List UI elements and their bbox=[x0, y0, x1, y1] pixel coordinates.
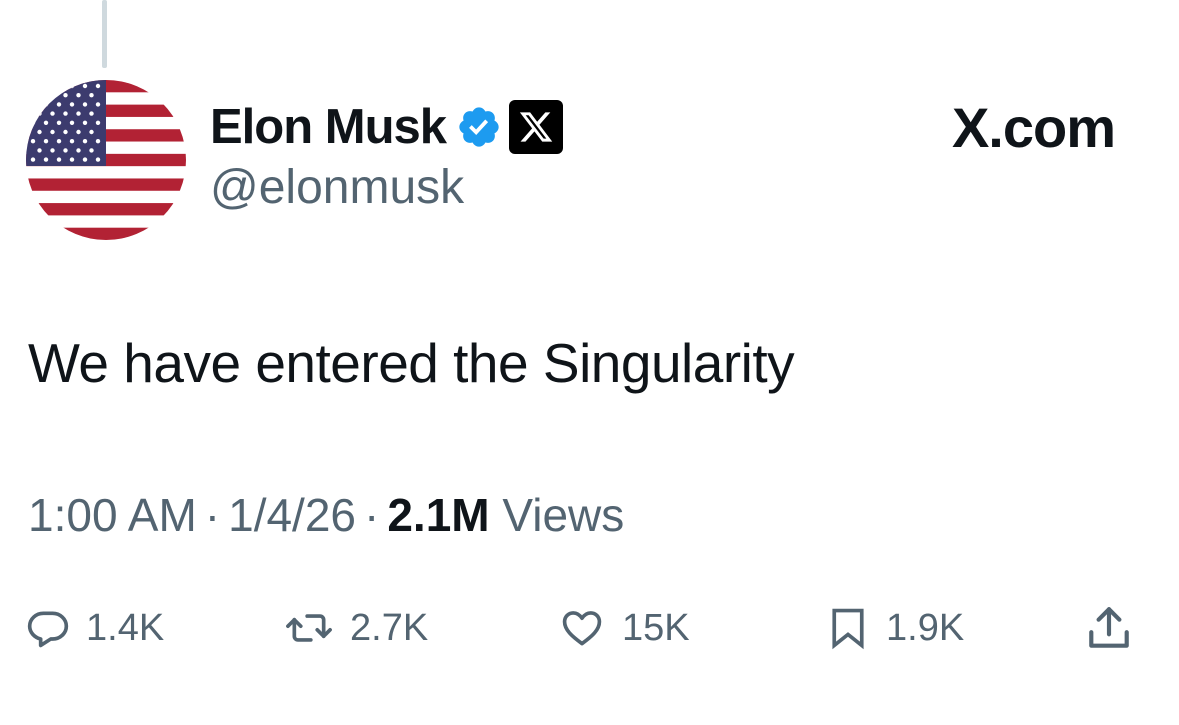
bookmark-count: 1.9K bbox=[886, 606, 965, 649]
flag-star bbox=[56, 120, 62, 125]
verified-badge-icon bbox=[459, 107, 499, 147]
flag-star bbox=[30, 139, 36, 144]
flag-star bbox=[37, 129, 42, 135]
flag-star bbox=[37, 93, 42, 98]
display-name[interactable]: Elon Musk bbox=[210, 102, 447, 152]
flag-star bbox=[76, 129, 81, 135]
us-flag-avatar bbox=[26, 80, 186, 240]
flag-star bbox=[43, 139, 49, 144]
flag-star bbox=[69, 102, 75, 107]
flag-star bbox=[56, 139, 62, 144]
flag-star bbox=[69, 120, 75, 125]
views-label: Views bbox=[502, 489, 625, 541]
tweet-metadata: 1:00 AM · 1/4/26 · 2.1M Views bbox=[28, 488, 624, 543]
flag-star bbox=[76, 111, 81, 116]
flag-star bbox=[89, 148, 94, 153]
flag-star bbox=[30, 102, 36, 107]
flag-star bbox=[43, 83, 49, 89]
views-count: 2.1M bbox=[387, 489, 490, 541]
flag-star bbox=[56, 102, 62, 107]
flag-star bbox=[30, 83, 36, 89]
flag-star bbox=[82, 83, 88, 89]
flag-star bbox=[69, 157, 75, 162]
flag-stripe bbox=[26, 227, 186, 240]
flag-star bbox=[82, 120, 88, 125]
flag-star bbox=[43, 157, 49, 162]
avatar[interactable] bbox=[26, 80, 186, 240]
flag-star bbox=[82, 102, 88, 107]
brand-label: X.com bbox=[951, 96, 1116, 159]
author-name-row[interactable]: Elon Musk bbox=[210, 98, 564, 156]
repost-count: 2.7K bbox=[350, 606, 429, 649]
flag-star bbox=[37, 111, 42, 116]
flag-star bbox=[82, 157, 88, 162]
flag-star bbox=[50, 93, 55, 98]
flag-stripe bbox=[26, 178, 186, 191]
reply-count: 1.4K bbox=[86, 606, 165, 649]
flag-star bbox=[95, 120, 101, 125]
flag-star bbox=[89, 111, 94, 116]
x-affiliate-badge[interactable] bbox=[509, 100, 564, 154]
flag-star bbox=[89, 93, 94, 98]
author-handle[interactable]: @elonmusk bbox=[210, 164, 464, 212]
repost-icon bbox=[286, 614, 332, 642]
flag-star bbox=[89, 129, 94, 135]
brand-text: X.com bbox=[951, 96, 1116, 159]
flag-star bbox=[76, 148, 81, 153]
flag-star bbox=[43, 102, 49, 107]
x-logo-icon bbox=[519, 112, 553, 142]
flag-star bbox=[69, 139, 75, 144]
flag-star bbox=[82, 139, 88, 144]
thread-connector-line bbox=[102, 0, 107, 68]
meta-separator: · bbox=[364, 489, 380, 541]
flag-star bbox=[30, 120, 36, 125]
flag-star bbox=[95, 157, 101, 162]
tweet-actions-bar: 1.4K 2.7K 15K 1.9K bbox=[26, 596, 1146, 660]
flag-star bbox=[50, 129, 55, 135]
repost-button[interactable]: 2.7K bbox=[284, 596, 428, 660]
flag-star bbox=[63, 93, 68, 98]
flag-star bbox=[56, 157, 62, 162]
reply-button[interactable]: 1.4K bbox=[26, 596, 164, 660]
flag-star bbox=[63, 111, 68, 116]
tweet-text: We have entered the Singularity bbox=[28, 332, 795, 394]
flag-star bbox=[76, 93, 81, 98]
flag-stripe bbox=[26, 203, 186, 216]
like-button[interactable]: 15K bbox=[558, 596, 690, 660]
flag-star bbox=[95, 139, 101, 144]
meta-separator: · bbox=[204, 489, 221, 541]
flag-star bbox=[37, 148, 42, 153]
flag-star bbox=[50, 111, 55, 116]
flag-star bbox=[95, 102, 101, 107]
bookmark-icon bbox=[832, 608, 864, 650]
heart-icon bbox=[562, 611, 602, 646]
share-icon bbox=[1089, 607, 1129, 648]
flag-star bbox=[63, 148, 68, 153]
flag-star bbox=[69, 83, 75, 89]
bookmark-button[interactable]: 1.9K bbox=[826, 596, 964, 660]
tweet-time[interactable]: 1:00 AM bbox=[28, 489, 197, 541]
flag-star bbox=[43, 120, 49, 125]
flag-star bbox=[95, 83, 101, 89]
flag-star bbox=[50, 148, 55, 153]
reply-icon bbox=[27, 611, 69, 648]
share-button[interactable] bbox=[1084, 596, 1134, 660]
flag-star bbox=[56, 83, 62, 89]
flag-star bbox=[63, 129, 68, 135]
flag-star bbox=[30, 157, 36, 162]
tweet-date[interactable]: 1/4/26 bbox=[228, 489, 356, 541]
like-count: 15K bbox=[622, 606, 690, 649]
